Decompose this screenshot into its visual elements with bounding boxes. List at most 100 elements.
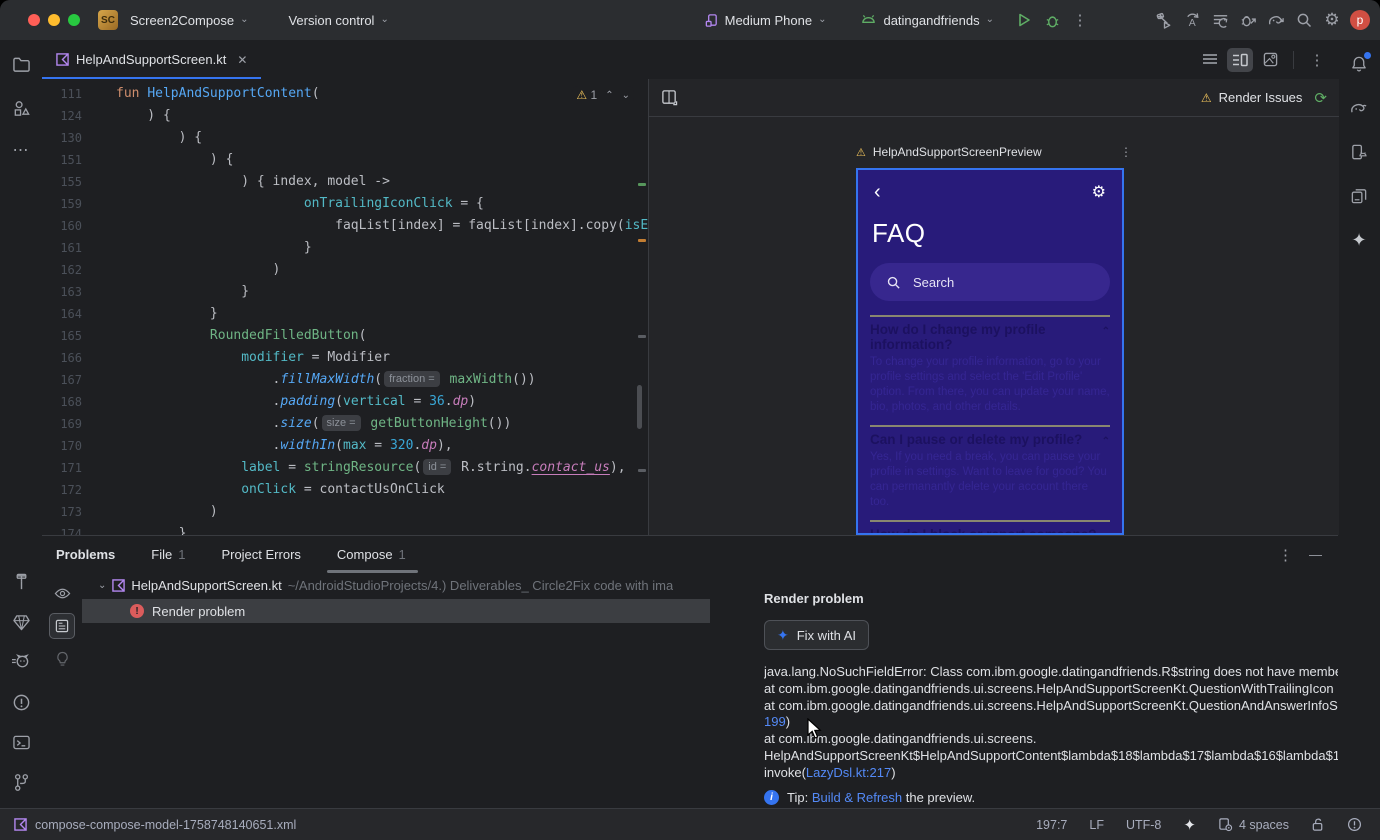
line-ending-widget[interactable]: LF <box>1089 818 1104 832</box>
running-devices-icon[interactable] <box>1345 182 1373 210</box>
line-number: 171 <box>60 461 82 475</box>
code-line: 124 ) { <box>42 105 648 127</box>
faq-answer: To change your profile information, go t… <box>870 356 1110 413</box>
project-name: Screen2Compose <box>130 12 235 28</box>
tree-file-path: ~/AndroidStudioProjects/4.) Deliverables… <box>287 577 674 593</box>
phone-preview-frame[interactable]: ‹ ⚙ FAQ Search How do I change my profil… <box>856 168 1124 535</box>
search-everywhere-icon[interactable] <box>1290 6 1318 34</box>
minimize-window-button[interactable] <box>48 14 60 26</box>
caret-position-widget[interactable]: 197:7 <box>1036 818 1067 832</box>
line-number: 170 <box>60 439 82 453</box>
gradle-tool-icon[interactable] <box>1345 94 1373 122</box>
terminal-tool-icon[interactable] <box>7 728 35 756</box>
logcat-tool-icon[interactable] <box>7 648 35 676</box>
editor-tab-title: HelpAndSupportScreen.kt <box>76 52 227 67</box>
build-refresh-link[interactable]: Build & Refresh <box>812 790 902 805</box>
editor-scrollbar-thumb[interactable] <box>637 385 642 429</box>
chevron-down-icon[interactable]: ⌄ <box>98 580 106 591</box>
preview-eye-icon[interactable] <box>50 581 74 605</box>
device-selector[interactable]: Medium Phone ⌄ <box>696 9 835 32</box>
design-view-button[interactable] <box>1257 48 1283 72</box>
line-number: 173 <box>60 505 82 519</box>
prev-problem-icon[interactable]: ⌃ <box>605 90 613 101</box>
zoom-window-button[interactable] <box>68 14 80 26</box>
code-editor[interactable]: 111 fun HelpAndSupportContent(124 ) {130 … <box>42 79 648 535</box>
indent-label: 4 spaces <box>1238 817 1289 832</box>
tab-compose-label: Compose <box>336 547 393 562</box>
fix-with-ai-button[interactable]: ✦ Fix with AI <box>764 620 869 650</box>
attach-debugger-icon[interactable] <box>1234 6 1262 34</box>
version-control-tool-icon[interactable] <box>7 768 35 796</box>
split-view-button[interactable] <box>1227 47 1253 72</box>
quickfix-bulb-icon[interactable] <box>50 647 74 671</box>
window-controls <box>28 14 80 26</box>
code-line: 166 modifier = Modifier <box>42 347 648 369</box>
render-issues-button[interactable]: ⚠ Render Issues <box>1201 90 1303 105</box>
gradle-sync-icon[interactable] <box>1262 6 1290 34</box>
device-manager-icon[interactable] <box>1345 138 1373 166</box>
tab-compose-count: 1 <box>398 547 406 562</box>
close-tab-icon[interactable]: ✕ <box>237 53 247 67</box>
tab-project-errors-label: Project Errors <box>221 547 301 562</box>
next-problem-icon[interactable]: ⌄ <box>622 90 630 101</box>
problems-tool-icon[interactable] <box>7 688 35 716</box>
editor-tab[interactable]: HelpAndSupportScreen.kt ✕ <box>42 40 262 80</box>
preview-toolbar: ⚠ Render Issues ⟳ <box>649 79 1339 117</box>
run-configuration-selector[interactable]: datingandfriends ⌄ <box>852 9 1002 32</box>
inlay-hint: fraction = <box>384 371 440 387</box>
tab-file[interactable]: File 1 <box>151 536 185 573</box>
error-analysis-icon[interactable] <box>1347 817 1362 832</box>
preview-options-kebab[interactable]: ⋮ <box>1120 145 1132 159</box>
tab-compose[interactable]: Compose 1 <box>326 536 418 573</box>
vcs-widget[interactable]: Version control ⌄ <box>280 9 396 32</box>
lock-icon[interactable] <box>1311 817 1325 832</box>
hide-panel-icon[interactable]: — <box>1309 547 1322 562</box>
user-avatar[interactable]: p <box>1350 10 1370 30</box>
close-window-button[interactable] <box>28 14 40 26</box>
warning-icon: ⚠ <box>576 88 588 102</box>
indent-widget[interactable]: 4 spaces <box>1218 817 1289 832</box>
build-tool-icon[interactable] <box>7 568 35 596</box>
line-number: 155 <box>60 175 82 189</box>
search-icon <box>887 276 900 289</box>
project-tool-icon[interactable] <box>7 50 35 78</box>
tree-problem-row-selected[interactable]: ! Render problem <box>82 599 710 623</box>
build-run-icon[interactable] <box>1150 6 1178 34</box>
project-widget[interactable]: Screen2Compose ⌄ <box>122 9 256 32</box>
app-quality-insights-icon[interactable] <box>7 608 35 636</box>
line-number: 164 <box>60 307 82 321</box>
tip-prefix: Tip: <box>787 789 812 805</box>
gemini-ai-icon[interactable]: ✦ <box>1345 226 1373 254</box>
stack-trace-link[interactable]: LazyDsl.kt:217 <box>806 765 891 780</box>
stack-trace-line: 199) <box>764 714 791 730</box>
line-number: 172 <box>60 483 82 497</box>
problems-panel-title: Problems <box>56 547 116 562</box>
problems-options-kebab[interactable]: ⋮ <box>1278 546 1293 564</box>
preview-layout-icon[interactable] <box>661 89 678 106</box>
line-number: 161 <box>60 241 82 255</box>
todo-list-icon[interactable] <box>1206 6 1234 34</box>
tab-project-errors[interactable]: Project Errors <box>221 536 300 573</box>
problems-header: Problems File 1 Project Errors Compose 1… <box>42 536 1338 573</box>
tree-file-row[interactable]: ⌄ HelpAndSupportScreen.kt ~/AndroidStudi… <box>82 573 710 597</box>
inspections-widget[interactable]: ⚠ 1 ⌃ ⌄ <box>572 86 634 104</box>
more-actions-kebab[interactable]: ⋮ <box>1066 6 1094 34</box>
editor-options-kebab[interactable]: ⋮ <box>1304 48 1330 72</box>
stack-trace-line: at com.ibm.google.datingandfriends.ui.sc… <box>764 697 1338 713</box>
resource-manager-icon[interactable] <box>7 94 35 122</box>
run-button[interactable] <box>1010 6 1038 34</box>
code-view-button[interactable] <box>1197 48 1223 72</box>
chevron-down-icon: ⌄ <box>240 13 249 25</box>
code-line: 151 ) { <box>42 149 648 171</box>
debug-button[interactable] <box>1038 6 1066 34</box>
encoding-widget[interactable]: UTF-8 <box>1126 818 1161 832</box>
code-inspection-icon[interactable]: A <box>1178 6 1206 34</box>
statusbar-file-widget[interactable]: compose-compose-model-1758748140651.xml <box>14 818 296 832</box>
ai-assistant-icon[interactable]: ✦ <box>1183 816 1196 834</box>
refresh-preview-icon[interactable]: ⟳ <box>1314 89 1327 107</box>
stack-trace-link[interactable]: 199 <box>764 714 786 729</box>
show-details-toggle[interactable] <box>49 613 75 639</box>
notifications-bell-icon[interactable] <box>1345 50 1373 78</box>
settings-gear-icon[interactable]: ⚙ <box>1318 6 1346 34</box>
more-tool-windows-icon[interactable]: ⋯ <box>7 136 35 164</box>
